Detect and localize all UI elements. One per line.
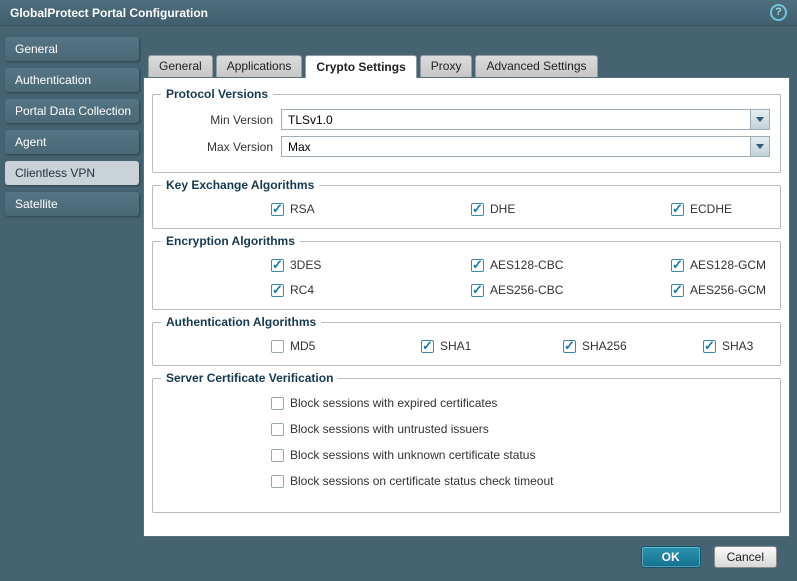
dhe-checkbox[interactable]	[471, 203, 484, 216]
block-untrusted-issuers-option[interactable]: Block sessions with untrusted issuers	[271, 422, 770, 436]
block-status-check-timeout-label: Block sessions on certificate status che…	[290, 474, 553, 488]
globalprotect-portal-configuration-dialog: GlobalProtect Portal Configuration ? Gen…	[0, 0, 797, 581]
sidebar-item-agent[interactable]: Agent	[5, 130, 139, 154]
ecdhe-label: ECDHE	[690, 202, 732, 216]
min-version-label: Min Version	[163, 113, 273, 127]
3des-label: 3DES	[290, 258, 321, 272]
section-title: Server Certificate Verification	[161, 371, 338, 385]
block-untrusted-issuers-label: Block sessions with untrusted issuers	[290, 422, 489, 436]
key-exchange-algorithms-section: Key Exchange Algorithms RSA DHE ECDHE	[152, 185, 781, 229]
aes256-cbc-label: AES256-CBC	[490, 283, 563, 297]
md5-option[interactable]: MD5	[271, 339, 421, 353]
main-area: General Applications Crypto Settings Pro…	[143, 55, 790, 537]
chevron-down-icon[interactable]	[750, 110, 769, 129]
help-icon[interactable]: ?	[770, 4, 787, 21]
aes256-cbc-option[interactable]: AES256-CBC	[471, 283, 671, 297]
ecdhe-checkbox[interactable]	[671, 203, 684, 216]
sha256-checkbox[interactable]	[563, 340, 576, 353]
sha256-label: SHA256	[582, 339, 627, 353]
dialog-title: GlobalProtect Portal Configuration	[10, 6, 770, 20]
rc4-label: RC4	[290, 283, 314, 297]
aes128-gcm-option[interactable]: AES128-GCM	[671, 258, 790, 272]
min-version-row: Min Version TLSv1.0	[163, 109, 770, 130]
rsa-checkbox[interactable]	[271, 203, 284, 216]
rsa-option[interactable]: RSA	[271, 202, 471, 216]
server-certificate-options: Block sessions with expired certificates…	[163, 396, 770, 488]
min-version-dropdown[interactable]: TLSv1.0	[281, 109, 770, 130]
min-version-value: TLSv1.0	[282, 113, 750, 127]
block-unknown-status-checkbox[interactable]	[271, 449, 284, 462]
ok-button[interactable]: OK	[641, 546, 701, 568]
sha3-option[interactable]: SHA3	[703, 339, 790, 353]
tab-advanced-settings[interactable]: Advanced Settings	[475, 55, 597, 77]
rc4-option[interactable]: RC4	[271, 283, 471, 297]
max-version-label: Max Version	[163, 140, 273, 154]
section-title: Protocol Versions	[161, 87, 273, 101]
section-title: Encryption Algorithms	[161, 234, 300, 248]
md5-checkbox[interactable]	[271, 340, 284, 353]
block-status-check-timeout-checkbox[interactable]	[271, 475, 284, 488]
content-panel: Protocol Versions Min Version TLSv1.0 Ma…	[143, 77, 790, 537]
3des-option[interactable]: 3DES	[271, 258, 471, 272]
section-title: Authentication Algorithms	[161, 315, 321, 329]
tab-proxy[interactable]: Proxy	[420, 55, 473, 77]
block-untrusted-issuers-checkbox[interactable]	[271, 423, 284, 436]
tab-general[interactable]: General	[148, 55, 213, 77]
authentication-algorithms-section: Authentication Algorithms MD5 SHA1 SHA25…	[152, 322, 781, 366]
max-version-row: Max Version Max	[163, 136, 770, 157]
aes256-gcm-option[interactable]: AES256-GCM	[671, 283, 790, 297]
tab-crypto-settings[interactable]: Crypto Settings	[305, 55, 416, 78]
sha3-label: SHA3	[722, 339, 753, 353]
aes128-cbc-checkbox[interactable]	[471, 259, 484, 272]
server-certificate-verification-section: Server Certificate Verification Block se…	[152, 378, 781, 513]
sha1-checkbox[interactable]	[421, 340, 434, 353]
block-expired-certificates-label: Block sessions with expired certificates	[290, 396, 497, 410]
encryption-algorithms-section: Encryption Algorithms 3DES AES128-CBC AE…	[152, 241, 781, 310]
encryption-options: 3DES AES128-CBC AES128-GCM RC4	[163, 258, 770, 297]
sha3-checkbox[interactable]	[703, 340, 716, 353]
aes128-cbc-option[interactable]: AES128-CBC	[471, 258, 671, 272]
sidebar: General Authentication Portal Data Colle…	[5, 37, 139, 223]
block-unknown-status-option[interactable]: Block sessions with unknown certificate …	[271, 448, 770, 462]
sidebar-item-clientless-vpn[interactable]: Clientless VPN	[5, 161, 139, 185]
dhe-label: DHE	[490, 202, 515, 216]
block-unknown-status-label: Block sessions with unknown certificate …	[290, 448, 535, 462]
chevron-down-icon[interactable]	[750, 137, 769, 156]
aes128-gcm-label: AES128-GCM	[690, 258, 766, 272]
block-expired-certificates-checkbox[interactable]	[271, 397, 284, 410]
cancel-button[interactable]: Cancel	[714, 546, 777, 568]
dialog-titlebar: GlobalProtect Portal Configuration ?	[0, 0, 797, 26]
sha256-option[interactable]: SHA256	[563, 339, 703, 353]
aes256-gcm-label: AES256-GCM	[690, 283, 766, 297]
tab-applications[interactable]: Applications	[216, 55, 303, 77]
rsa-label: RSA	[290, 202, 315, 216]
aes128-cbc-label: AES128-CBC	[490, 258, 563, 272]
rc4-checkbox[interactable]	[271, 284, 284, 297]
key-exchange-options: RSA DHE ECDHE	[163, 202, 770, 216]
tab-bar: General Applications Crypto Settings Pro…	[143, 55, 790, 77]
3des-checkbox[interactable]	[271, 259, 284, 272]
dhe-option[interactable]: DHE	[471, 202, 671, 216]
protocol-versions-section: Protocol Versions Min Version TLSv1.0 Ma…	[152, 94, 781, 173]
sha1-label: SHA1	[440, 339, 471, 353]
authentication-options: MD5 SHA1 SHA256 SHA3	[163, 339, 770, 353]
sidebar-item-satellite[interactable]: Satellite	[5, 192, 139, 216]
sidebar-item-authentication[interactable]: Authentication	[5, 68, 139, 92]
section-title: Key Exchange Algorithms	[161, 178, 319, 192]
footer: OK Cancel	[641, 546, 777, 568]
aes256-cbc-checkbox[interactable]	[471, 284, 484, 297]
md5-label: MD5	[290, 339, 315, 353]
ecdhe-option[interactable]: ECDHE	[671, 202, 790, 216]
sidebar-item-general[interactable]: General	[5, 37, 139, 61]
block-expired-certificates-option[interactable]: Block sessions with expired certificates	[271, 396, 770, 410]
aes256-gcm-checkbox[interactable]	[671, 284, 684, 297]
max-version-dropdown[interactable]: Max	[281, 136, 770, 157]
sidebar-item-portal-data-collection[interactable]: Portal Data Collection	[5, 99, 139, 123]
aes128-gcm-checkbox[interactable]	[671, 259, 684, 272]
sha1-option[interactable]: SHA1	[421, 339, 563, 353]
block-status-check-timeout-option[interactable]: Block sessions on certificate status che…	[271, 474, 770, 488]
max-version-value: Max	[282, 140, 750, 154]
